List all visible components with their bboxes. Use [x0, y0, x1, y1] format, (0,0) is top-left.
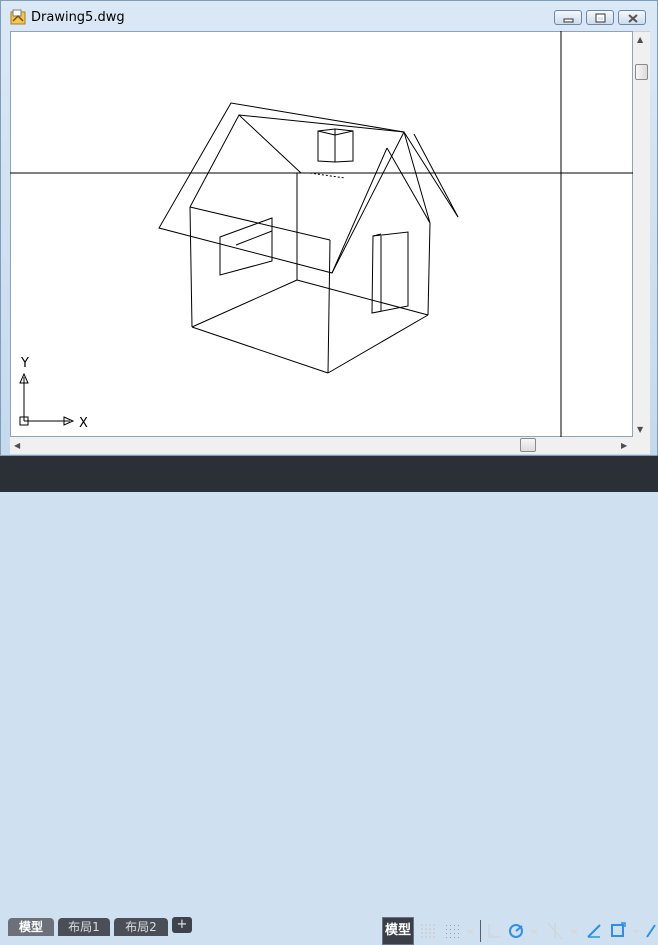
ortho-icon[interactable]	[484, 917, 504, 945]
minimize-icon	[563, 18, 574, 23]
scroll-left-icon[interactable]: ◀	[14, 442, 20, 450]
tab-model[interactable]: 模型	[8, 918, 54, 936]
object-snap-dropdown-icon[interactable]	[630, 917, 642, 945]
horizontal-scroll-thumb[interactable]	[520, 438, 536, 452]
close-icon	[628, 14, 638, 23]
restore-button[interactable]	[586, 10, 614, 25]
polar-tracking-icon[interactable]	[506, 917, 526, 945]
house-wireframe: Y X	[10, 31, 633, 437]
isodraft-dropdown-icon[interactable]	[568, 917, 580, 945]
vertical-scroll-thumb[interactable]	[635, 64, 648, 80]
ucs-y-label: Y	[20, 356, 29, 371]
drawing-window: Drawing5.dwg Y X ▲ ▼ ◀ ▶	[0, 0, 658, 456]
restore-icon	[595, 13, 606, 23]
horizontal-scrollbar[interactable]: ◀ ▶	[10, 437, 633, 454]
tab-layout1[interactable]: 布局1	[58, 918, 110, 936]
snap-icon[interactable]	[442, 917, 464, 945]
more-tools-icon[interactable]	[644, 917, 658, 945]
window-title: Drawing5.dwg	[31, 10, 125, 25]
grid-icon[interactable]	[418, 917, 440, 945]
model-space-button[interactable]: 模型	[382, 917, 414, 945]
add-layout-button[interactable]: +	[172, 917, 192, 933]
scroll-up-icon[interactable]: ▲	[637, 36, 643, 44]
minimize-button[interactable]	[554, 10, 582, 25]
title-bar[interactable]: Drawing5.dwg	[1, 1, 657, 31]
tab-layout2-label: 布局2	[125, 920, 157, 934]
scroll-down-icon[interactable]: ▼	[637, 426, 643, 434]
vertical-scrollbar[interactable]: ▲ ▼	[633, 31, 650, 437]
house-lines	[158, 102, 459, 374]
polar-dropdown-icon[interactable]	[528, 917, 540, 945]
tab-layout2[interactable]: 布局2	[114, 918, 168, 936]
isodraft-icon[interactable]	[544, 917, 566, 945]
tab-model-label: 模型	[18, 920, 43, 934]
snap-dropdown-icon[interactable]	[464, 917, 476, 945]
tab-layout1-label: 布局1	[68, 920, 100, 934]
close-button[interactable]	[618, 10, 646, 25]
drawing-canvas[interactable]: Y X	[10, 31, 633, 437]
separator	[480, 920, 481, 942]
status-bar: 模型 布局1 布局2 + 模型	[0, 456, 658, 945]
scroll-right-icon[interactable]: ▶	[621, 442, 627, 450]
scrollbar-corner	[633, 437, 650, 454]
ucs-x-label: X	[79, 416, 88, 431]
osnap-tracking-icon[interactable]	[584, 917, 604, 945]
object-snap-icon[interactable]	[608, 917, 628, 945]
ucs-icon	[19, 372, 75, 426]
dwg-file-icon	[10, 9, 26, 25]
